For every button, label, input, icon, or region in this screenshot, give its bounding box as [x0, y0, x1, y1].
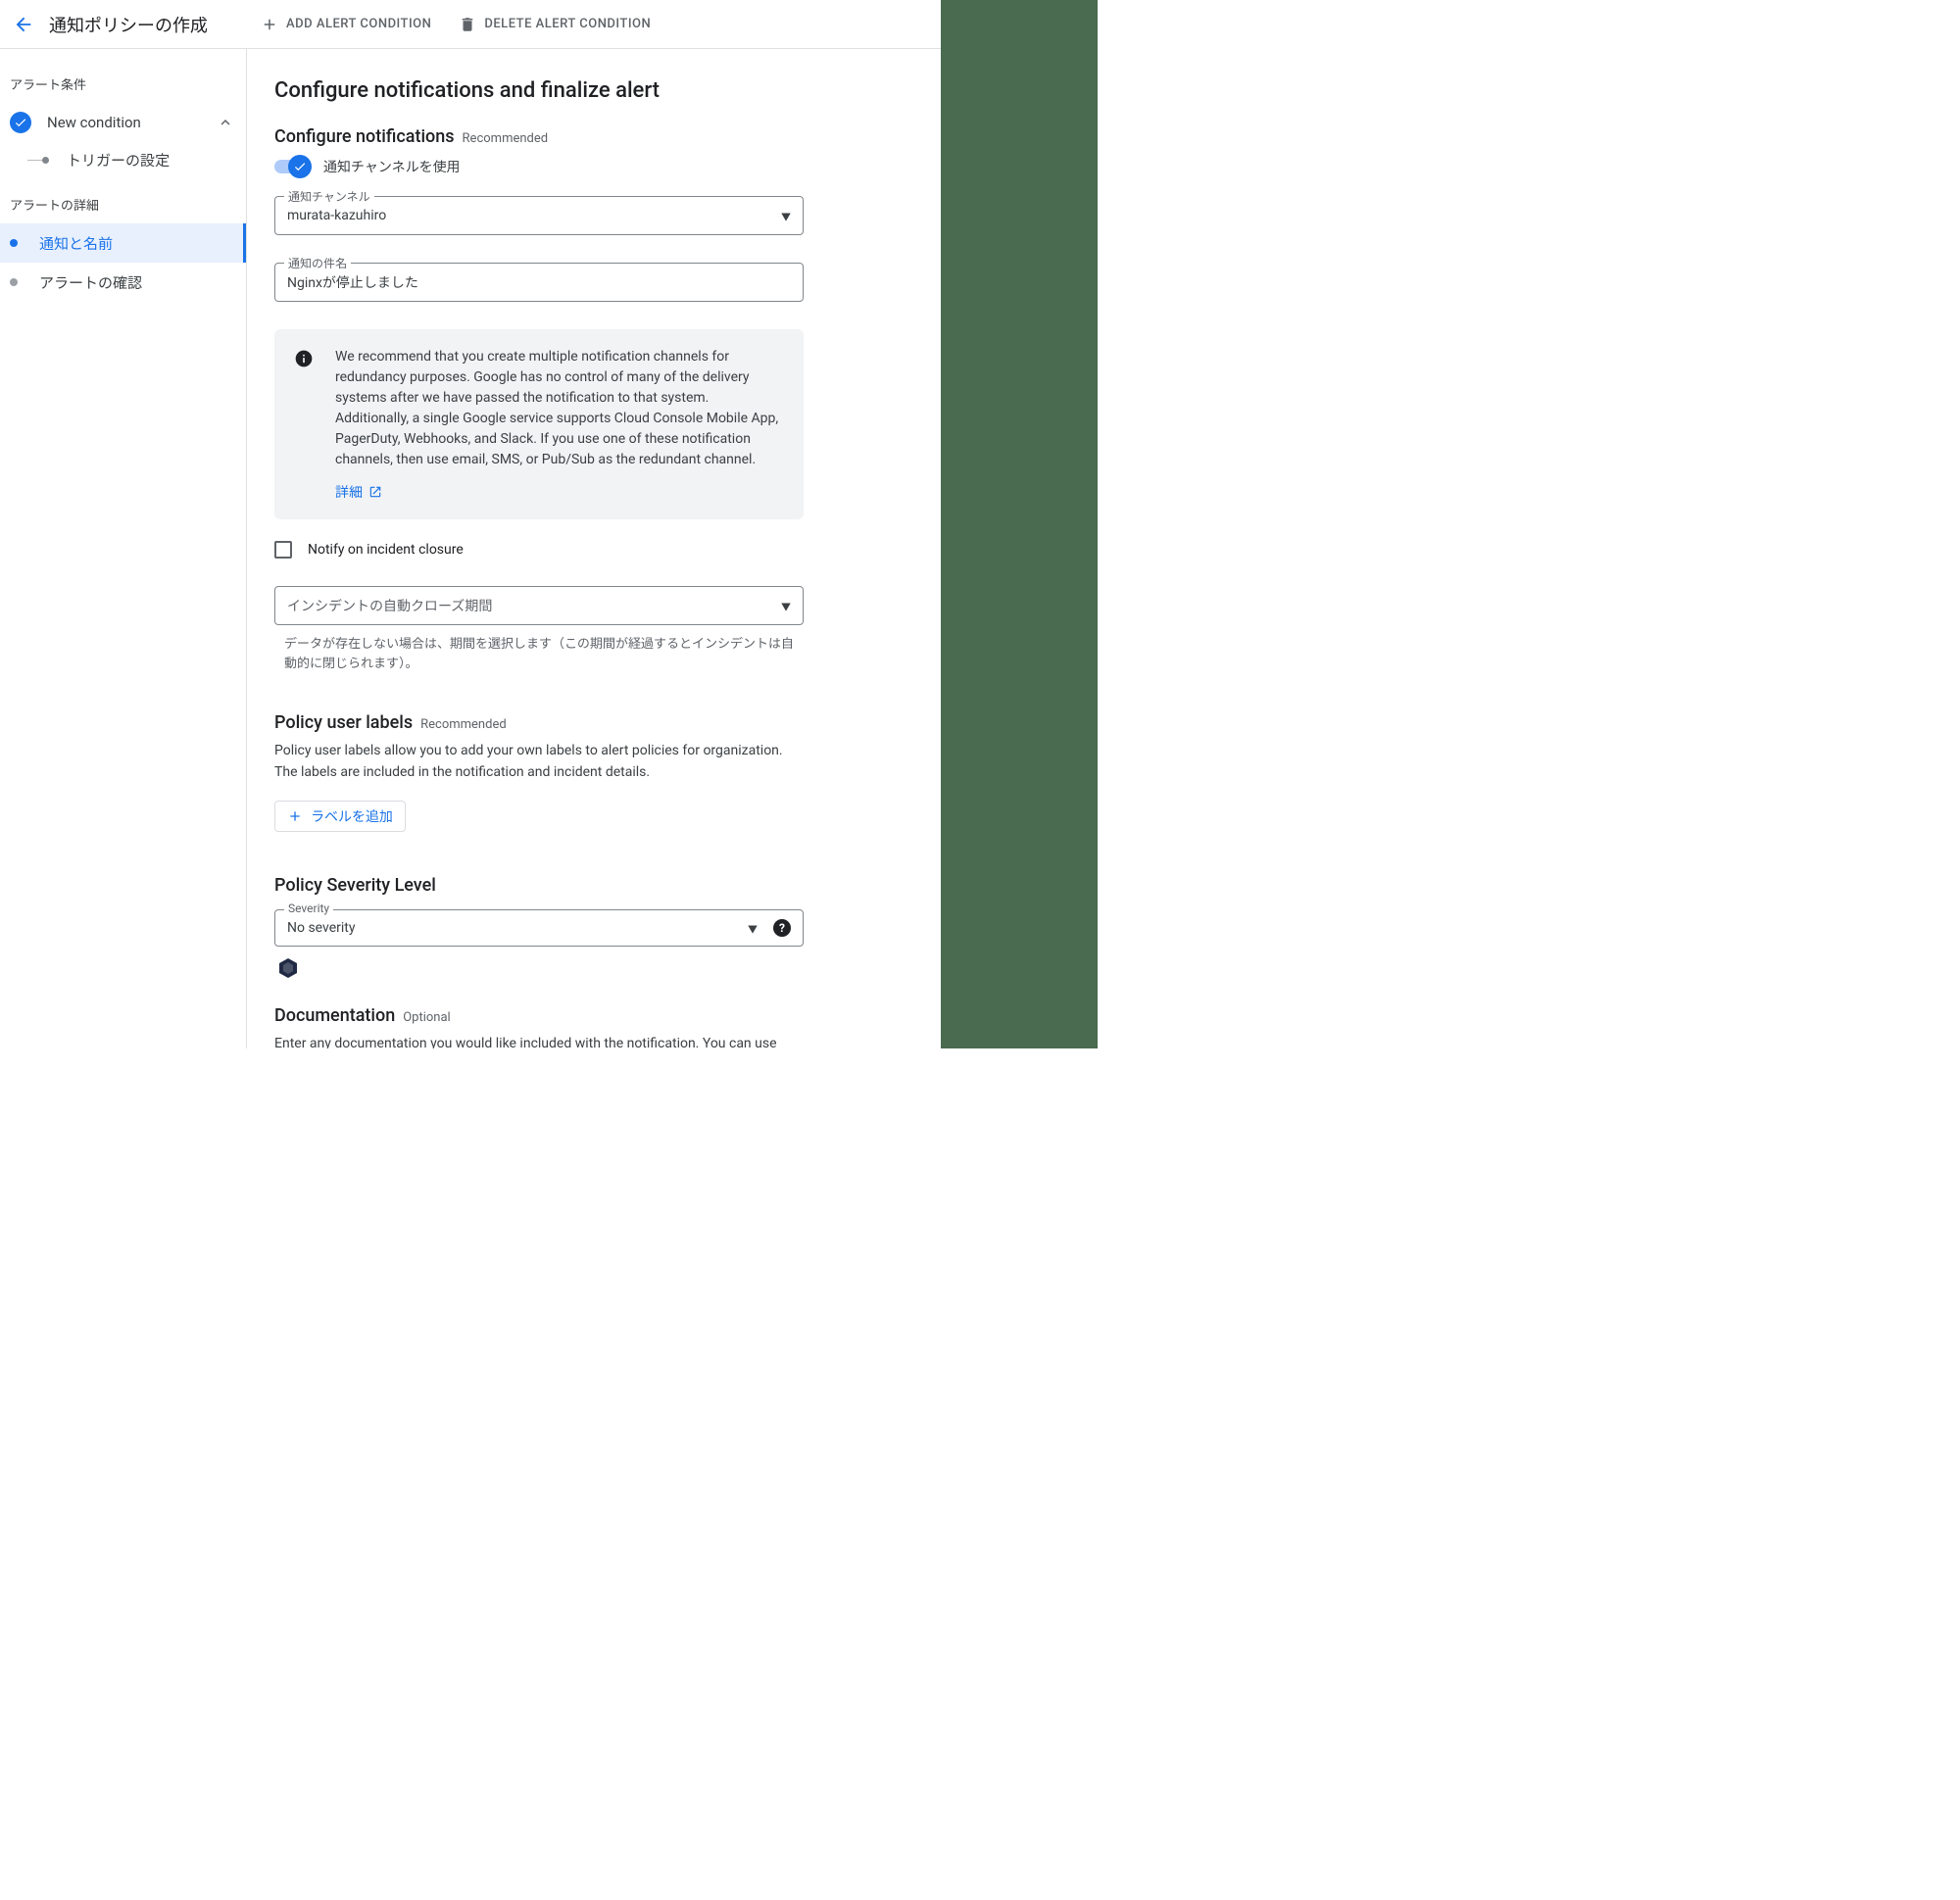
main-content: Configure notifications and finalize ale…	[247, 49, 941, 1048]
learn-more-label: 詳細	[335, 482, 363, 502]
arrow-left-icon	[13, 14, 34, 35]
help-icon[interactable]: ?	[773, 919, 791, 937]
severity-heading: Policy Severity Level	[274, 875, 913, 896]
policy-labels-description: Policy user labels allow you to add your…	[274, 741, 804, 783]
section-title-text: Policy Severity Level	[274, 875, 436, 896]
info-icon	[294, 349, 314, 368]
incident-autoclose-select[interactable]: インシデントの自動クローズ期間 ▼	[274, 586, 804, 625]
toggle-knob-icon	[288, 155, 312, 178]
add-alert-condition-label: ADD ALERT CONDITION	[286, 17, 431, 31]
use-notification-channels-row: 通知チャンネルを使用	[274, 157, 913, 176]
notification-channel-select[interactable]: 通知チャンネル murata-kazuhiro ▼	[274, 196, 804, 235]
section-title-text: Configure notifications	[274, 126, 455, 147]
severity-value: No severity	[287, 920, 748, 936]
dot-icon	[10, 239, 18, 247]
learn-more-link[interactable]: 詳細	[335, 482, 784, 502]
dropdown-icon: ▼	[781, 599, 791, 613]
dot-icon	[42, 157, 49, 164]
dot-icon	[10, 278, 18, 286]
use-channels-toggle[interactable]	[274, 160, 310, 173]
field-label: 通知の件名	[284, 255, 351, 271]
documentation-description: Enter any documentation you would like i…	[274, 1034, 804, 1048]
main-title: Configure notifications and finalize ale…	[274, 78, 913, 103]
configure-notifications-heading: Configure notifications Recommended	[274, 126, 913, 147]
sidebar: アラート条件 New condition トリガーの設定 アラートの詳細 通知と…	[0, 49, 247, 1048]
sidebar-item-label: トリガーの設定	[67, 150, 170, 171]
sidebar-subitem-trigger-settings[interactable]: トリガーの設定	[0, 142, 246, 177]
sidebar-item-label: 通知と名前	[39, 233, 113, 254]
trash-icon	[459, 16, 476, 33]
add-alert-condition-button[interactable]: ADD ALERT CONDITION	[247, 16, 445, 33]
sidebar-item-new-condition[interactable]: New condition	[0, 103, 246, 142]
delete-alert-condition-button[interactable]: DELETE ALERT CONDITION	[445, 16, 664, 33]
check-circle-icon	[10, 112, 31, 133]
optional-badge: Optional	[403, 1010, 450, 1025]
sidebar-item-label: アラートの確認	[39, 272, 142, 293]
notification-subject-value: Nginxが停止しました	[287, 272, 791, 292]
notification-channel-value: murata-kazuhiro	[287, 208, 781, 223]
notification-subject-input[interactable]: 通知の件名 Nginxが停止しました	[274, 263, 804, 302]
autoclose-hint: データが存在しない場合は、期間を選択します（この期間が経過するとインシデントは自…	[274, 635, 794, 673]
section-title-text: Documentation	[274, 1005, 395, 1026]
dropdown-icon: ▼	[748, 921, 758, 936]
sidebar-item-review-alert[interactable]: アラートの確認	[0, 263, 246, 302]
policy-labels-heading: Policy user labels Recommended	[274, 712, 913, 733]
redundancy-info-box: We recommend that you create multiple no…	[274, 329, 804, 519]
add-label-button[interactable]: ラベルを追加	[274, 801, 406, 832]
dropdown-icon: ▼	[781, 209, 791, 223]
use-channels-toggle-label: 通知チャンネルを使用	[323, 157, 461, 176]
back-button[interactable]	[6, 7, 41, 42]
severity-select[interactable]: Severity No severity ▼ ?	[274, 909, 804, 947]
delete-alert-condition-label: DELETE ALERT CONDITION	[484, 17, 651, 31]
notify-on-closure-label: Notify on incident closure	[308, 542, 464, 558]
sidebar-item-notification-name[interactable]: 通知と名前	[0, 223, 246, 263]
sidebar-section-alert-details: アラートの詳細	[0, 189, 246, 223]
recommended-badge: Recommended	[463, 131, 549, 146]
sidebar-section-alert-conditions: アラート条件	[0, 69, 246, 103]
external-link-icon	[368, 485, 382, 499]
background-strip	[941, 0, 1098, 1048]
product-badge-icon	[276, 956, 300, 980]
recommended-badge: Recommended	[420, 717, 507, 732]
notify-on-closure-checkbox[interactable]	[274, 541, 292, 559]
info-text: We recommend that you create multiple no…	[335, 347, 784, 470]
field-label: Severity	[284, 901, 333, 915]
plus-icon	[287, 808, 303, 824]
chevron-up-icon	[217, 114, 234, 131]
plus-icon	[261, 16, 278, 33]
autoclose-placeholder: インシデントの自動クローズ期間	[287, 596, 781, 615]
sidebar-item-label: New condition	[47, 114, 141, 131]
documentation-heading: Documentation Optional	[274, 1005, 913, 1026]
section-title-text: Policy user labels	[274, 712, 413, 733]
page-title: 通知ポリシーの作成	[49, 12, 208, 37]
topbar: 通知ポリシーの作成 ADD ALERT CONDITION DELETE ALE…	[0, 0, 941, 49]
field-label: 通知チャンネル	[284, 188, 374, 205]
add-label-button-text: ラベルを追加	[311, 806, 393, 826]
notify-on-closure-row: Notify on incident closure	[274, 541, 804, 559]
